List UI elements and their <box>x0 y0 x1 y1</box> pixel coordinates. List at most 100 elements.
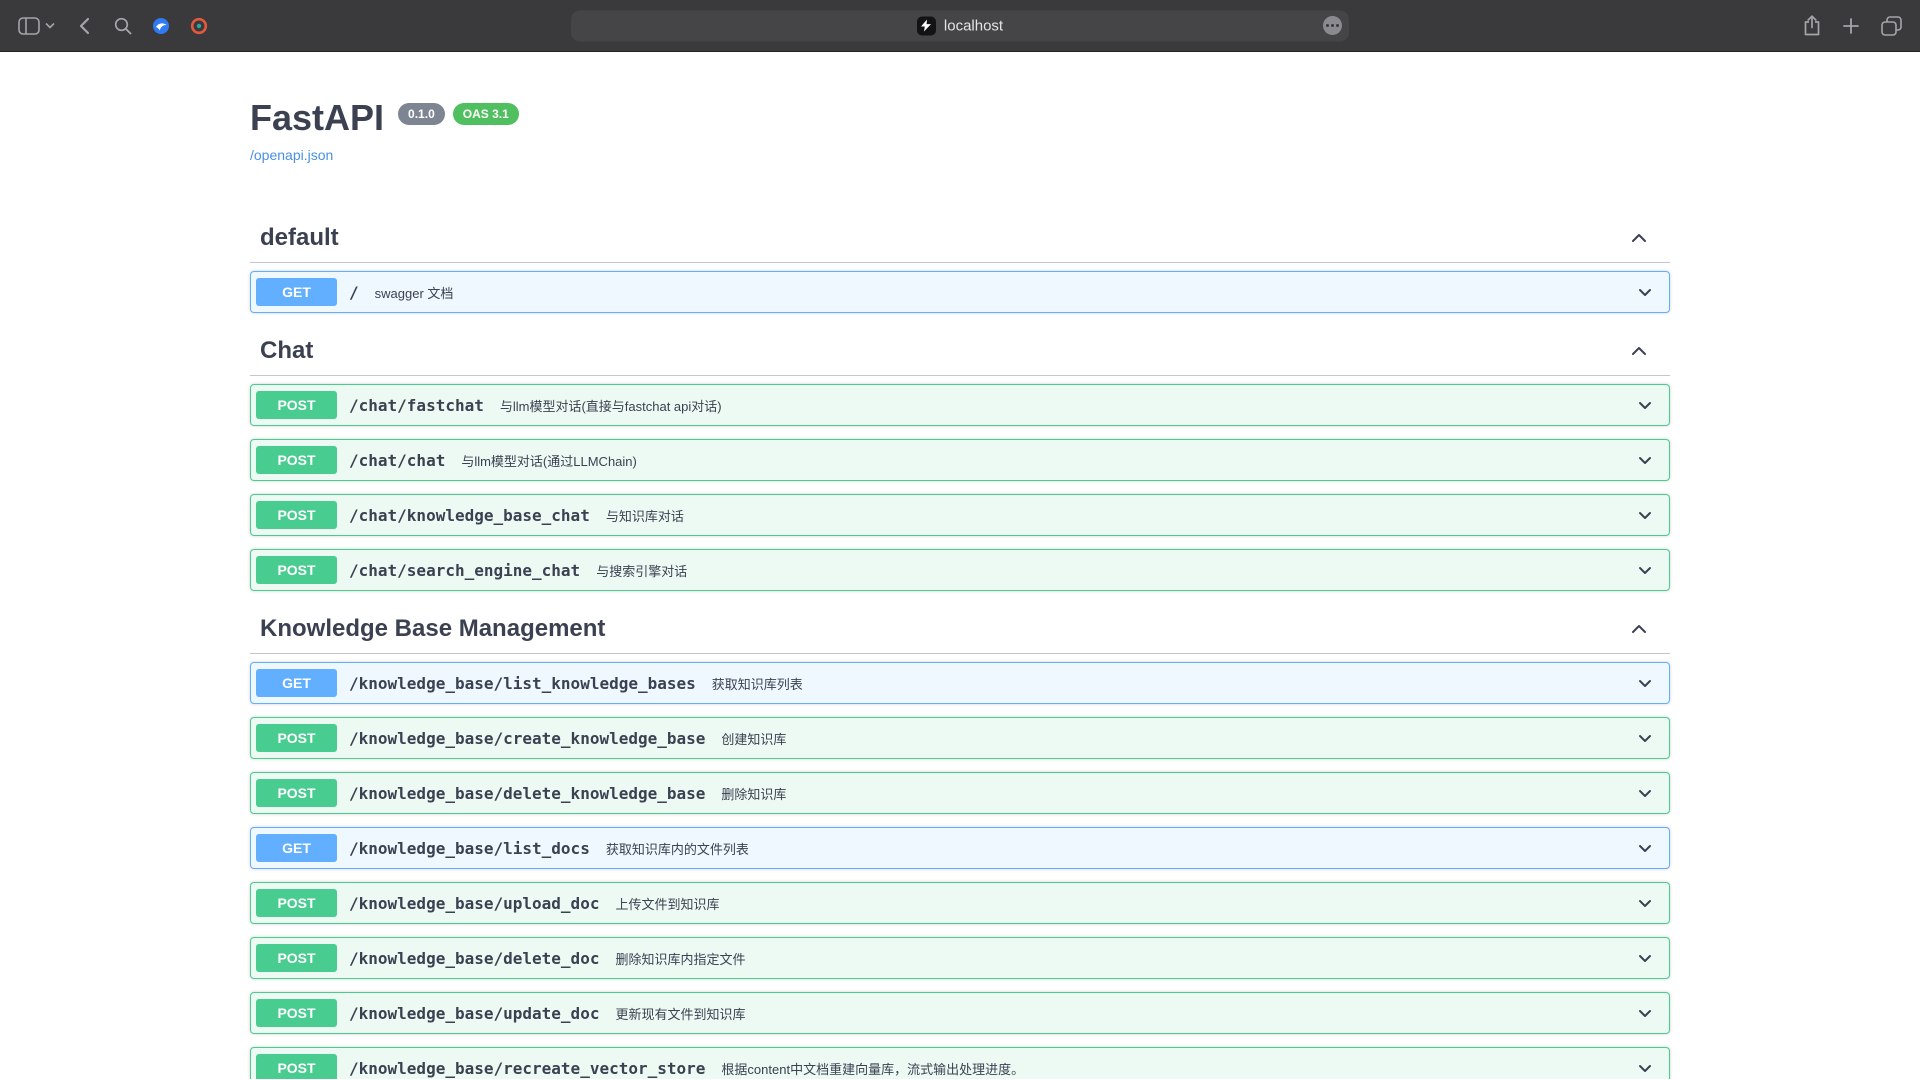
method-badge: POST <box>256 889 337 917</box>
method-badge: GET <box>256 669 337 697</box>
expand-chevron-down-icon[interactable] <box>1635 783 1655 803</box>
expand-chevron-down-icon[interactable] <box>1635 893 1655 913</box>
method-badge: POST <box>256 944 337 972</box>
expand-chevron-down-icon[interactable] <box>1635 1003 1655 1023</box>
method-badge: POST <box>256 446 337 474</box>
endpoint-path: /knowledge_base/recreate_vector_store <box>349 1059 705 1078</box>
collapse-chevron-up-icon[interactable] <box>1628 341 1650 361</box>
endpoint-summary: 删除知识库 <box>721 784 786 803</box>
swagger-page: FastAPI 0.1.0 OAS 3.1 /openapi.json defa… <box>0 52 1920 1079</box>
endpoint-row[interactable]: POST /knowledge_base/upload_doc 上传文件到知识库 <box>250 882 1670 924</box>
sidebar-chevron-down-icon[interactable] <box>45 22 55 29</box>
method-badge: POST <box>256 556 337 584</box>
page-title: FastAPI <box>250 98 384 138</box>
collapse-chevron-up-icon[interactable] <box>1628 228 1650 248</box>
endpoint-row[interactable]: GET /knowledge_base/list_docs 获取知识库内的文件列… <box>250 827 1670 869</box>
method-badge: POST <box>256 779 337 807</box>
endpoint-row[interactable]: POST /chat/knowledge_base_chat 与知识库对话 <box>250 494 1670 536</box>
endpoint-row[interactable]: POST /knowledge_base/recreate_vector_sto… <box>250 1047 1670 1079</box>
back-button[interactable] <box>79 17 90 35</box>
section-header[interactable]: default <box>250 213 1670 263</box>
oas-badge: OAS 3.1 <box>453 103 519 125</box>
sections: default GET / swagger 文档 Chat <box>250 213 1670 1079</box>
endpoint-path: /chat/search_engine_chat <box>349 561 580 580</box>
expand-chevron-down-icon[interactable] <box>1635 948 1655 968</box>
section-title: default <box>260 223 339 252</box>
method-badge: POST <box>256 999 337 1027</box>
endpoint-row[interactable]: GET /knowledge_base/list_knowledge_bases… <box>250 662 1670 704</box>
endpoint-row[interactable]: POST /knowledge_base/delete_knowledge_ba… <box>250 772 1670 814</box>
collapse-chevron-up-icon[interactable] <box>1628 619 1650 639</box>
tab-overview-button[interactable] <box>1881 16 1902 36</box>
browser-toolbar: localhost <box>0 0 1920 52</box>
badges: 0.1.0 OAS 3.1 <box>398 103 519 125</box>
expand-chevron-down-icon[interactable] <box>1635 560 1655 580</box>
section-title: Chat <box>260 336 313 365</box>
endpoint-list: GET /knowledge_base/list_knowledge_bases… <box>250 654 1670 1079</box>
sidebar-toggle-button[interactable] <box>18 17 40 35</box>
new-tab-button[interactable] <box>1843 18 1859 34</box>
expand-chevron-down-icon[interactable] <box>1635 673 1655 693</box>
endpoint-path: /chat/chat <box>349 451 445 470</box>
endpoint-summary: 上传文件到知识库 <box>615 894 719 913</box>
expand-chevron-down-icon[interactable] <box>1635 505 1655 525</box>
expand-chevron-down-icon[interactable] <box>1635 282 1655 302</box>
endpoint-summary: swagger 文档 <box>375 283 454 302</box>
section-header[interactable]: Chat <box>250 326 1670 376</box>
api-section: Chat POST /chat/fastchat 与llm模型对话(直接与fas… <box>250 326 1670 591</box>
endpoint-summary: 与知识库对话 <box>606 506 684 525</box>
endpoint-path: /knowledge_base/update_doc <box>349 1004 599 1023</box>
method-badge: POST <box>256 1054 337 1079</box>
endpoint-row[interactable]: POST /knowledge_base/create_knowledge_ba… <box>250 717 1670 759</box>
method-badge: GET <box>256 278 337 306</box>
method-badge: POST <box>256 501 337 529</box>
endpoint-path: /knowledge_base/list_knowledge_bases <box>349 674 696 693</box>
method-badge: POST <box>256 391 337 419</box>
endpoint-path: /chat/fastchat <box>349 396 484 415</box>
method-badge: GET <box>256 834 337 862</box>
api-section: Knowledge Base Management GET /knowledge… <box>250 604 1670 1079</box>
endpoint-row[interactable]: POST /chat/chat 与llm模型对话(通过LLMChain) <box>250 439 1670 481</box>
endpoint-path: /chat/knowledge_base_chat <box>349 506 590 525</box>
endpoint-list: GET / swagger 文档 <box>250 263 1670 313</box>
api-info: FastAPI 0.1.0 OAS 3.1 /openapi.json <box>250 52 1670 165</box>
address-bar[interactable]: localhost <box>571 10 1349 41</box>
expand-chevron-down-icon[interactable] <box>1635 395 1655 415</box>
endpoint-row[interactable]: POST /chat/search_engine_chat 与搜索引擎对话 <box>250 549 1670 591</box>
endpoint-summary: 与llm模型对话(通过LLMChain) <box>461 451 637 470</box>
expand-chevron-down-icon[interactable] <box>1635 728 1655 748</box>
endpoint-row[interactable]: GET / swagger 文档 <box>250 271 1670 313</box>
extension-icon-blue[interactable] <box>152 17 170 35</box>
endpoint-summary: 创建知识库 <box>721 729 786 748</box>
endpoint-summary: 与搜索引擎对话 <box>596 561 687 580</box>
content-wrapper: FastAPI 0.1.0 OAS 3.1 /openapi.json defa… <box>230 52 1690 1079</box>
api-section: default GET / swagger 文档 <box>250 213 1670 313</box>
openapi-spec-link[interactable]: /openapi.json <box>250 147 333 163</box>
search-icon[interactable] <box>114 17 132 35</box>
endpoint-row[interactable]: POST /knowledge_base/delete_doc 删除知识库内指定… <box>250 937 1670 979</box>
title-row: FastAPI 0.1.0 OAS 3.1 <box>250 98 1670 138</box>
toolbar-right-group <box>1803 15 1902 36</box>
endpoint-list: POST /chat/fastchat 与llm模型对话(直接与fastchat… <box>250 376 1670 591</box>
extension-icon-orange[interactable] <box>190 17 208 35</box>
version-badge: 0.1.0 <box>398 103 445 125</box>
method-badge: POST <box>256 724 337 752</box>
endpoint-row[interactable]: POST /knowledge_base/update_doc 更新现有文件到知… <box>250 992 1670 1034</box>
endpoint-path: / <box>349 283 359 302</box>
endpoint-summary: 与llm模型对话(直接与fastchat api对话) <box>500 396 722 415</box>
page-settings-button[interactable] <box>1323 16 1342 35</box>
endpoint-summary: 删除知识库内指定文件 <box>615 949 745 968</box>
expand-chevron-down-icon[interactable] <box>1635 450 1655 470</box>
endpoint-summary: 获取知识库内的文件列表 <box>606 839 749 858</box>
expand-chevron-down-icon[interactable] <box>1635 1058 1655 1078</box>
share-button[interactable] <box>1803 15 1821 36</box>
endpoint-path: /knowledge_base/list_docs <box>349 839 590 858</box>
endpoint-path: /knowledge_base/create_knowledge_base <box>349 729 705 748</box>
endpoint-row[interactable]: POST /chat/fastchat 与llm模型对话(直接与fastchat… <box>250 384 1670 426</box>
endpoint-path: /knowledge_base/delete_doc <box>349 949 599 968</box>
site-favicon <box>917 16 936 35</box>
expand-chevron-down-icon[interactable] <box>1635 838 1655 858</box>
endpoint-summary: 更新现有文件到知识库 <box>615 1004 745 1023</box>
section-header[interactable]: Knowledge Base Management <box>250 604 1670 654</box>
toolbar-left-group <box>18 17 208 35</box>
